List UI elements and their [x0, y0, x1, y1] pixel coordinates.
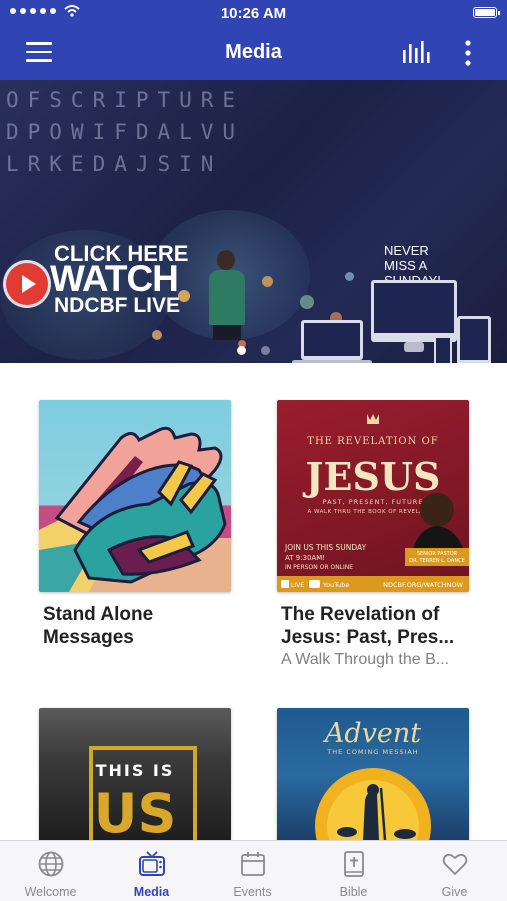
art-pastor-role: SENIOR PASTOR	[417, 551, 458, 557]
card-title[interactable]: Stand Alone Messages	[43, 603, 243, 649]
revelation-artwork: THE REVELATION OF JESUS PAST, PRESENT, F…	[277, 414, 469, 592]
hero-banner[interactable]: OFSCRIPTURE DPOWIFDALVU LRKEDAJSIN CLICK…	[0, 80, 507, 363]
speaker-figure	[205, 250, 249, 340]
pager-dot-active[interactable]	[237, 346, 247, 355]
art-big: JESUS	[303, 454, 441, 499]
art-tagline1: PAST, PRESENT, FUTURE	[323, 498, 424, 506]
card-thumbnail[interactable]	[39, 400, 231, 592]
tab-welcome[interactable]: Welcome	[0, 841, 101, 901]
art-join3: IN PERSON OR ONLINE	[285, 564, 353, 571]
advent-artwork: Advent THE COMING MESSIAH	[315, 718, 431, 840]
desktop-monitor-image	[371, 280, 457, 342]
card-thumbnail[interactable]: THE REVELATION OF JESUS PAST, PRESENT, F…	[277, 400, 469, 592]
art-join2: AT 9:30AM!	[285, 554, 325, 562]
art-line2: THE COMING MESSIAH	[326, 748, 418, 756]
tab-label: Welcome	[24, 885, 77, 899]
art-live: LIVE	[291, 582, 304, 589]
card-subtitle: A Walk Through the B...	[281, 651, 450, 668]
art-line1: Advent	[322, 718, 421, 749]
tab-events[interactable]: Events	[202, 841, 303, 901]
art-line2: US	[94, 782, 177, 840]
art-pastor-name: DR. TERREN L. DANCE	[409, 558, 465, 564]
play-icon[interactable]	[6, 263, 48, 305]
art-tagline2: A WALK THRU THE BOOK OF REVELATION	[307, 509, 438, 515]
this-is-us-artwork: THIS IS US	[89, 746, 197, 840]
bottom-tab-bar: Welcome Media Events Bible Give	[0, 840, 507, 901]
page-title: Media	[225, 41, 282, 63]
card-thumbnail[interactable]: THIS IS US	[39, 708, 231, 840]
more-vertical-icon[interactable]	[461, 38, 475, 68]
laptop-base	[292, 360, 372, 363]
calendar-icon	[241, 852, 265, 876]
art-heading: THE REVELATION OF	[307, 436, 438, 447]
heart-icon	[442, 853, 468, 875]
tab-bible[interactable]: Bible	[303, 841, 404, 901]
app-header: Media	[0, 26, 507, 80]
pager-dot[interactable]	[260, 346, 270, 355]
card-thumbnail[interactable]: Advent THE COMING MESSIAH	[277, 708, 469, 840]
status-bar: 10:26 AM	[0, 0, 507, 26]
tv-icon	[139, 851, 165, 876]
tab-media[interactable]: Media	[101, 841, 202, 901]
tab-give[interactable]: Give	[404, 841, 505, 901]
bible-icon	[344, 851, 364, 877]
battery-icon	[473, 7, 500, 18]
tab-label: Events	[233, 885, 272, 899]
carousel-pager	[0, 342, 507, 360]
art-line1: THIS IS	[96, 761, 175, 780]
tab-label: Media	[133, 885, 170, 899]
globe-icon	[38, 851, 64, 877]
cta-line3: NDCBF LIVE	[54, 294, 180, 317]
art-url: NDCBF.ORG/WATCHNOW	[383, 581, 463, 589]
tab-label: Give	[441, 885, 468, 899]
hands-illustration	[39, 426, 227, 592]
status-time: 10:26 AM	[220, 5, 287, 22]
card-title[interactable]: The Revelation of Jesus: Past, Pres...	[281, 603, 481, 649]
equalizer-icon[interactable]	[402, 40, 430, 64]
art-youtube: YouTube	[322, 581, 349, 589]
art-join1: JOIN US THIS SUNDAY	[284, 543, 367, 552]
tab-label: Bible	[339, 885, 368, 899]
